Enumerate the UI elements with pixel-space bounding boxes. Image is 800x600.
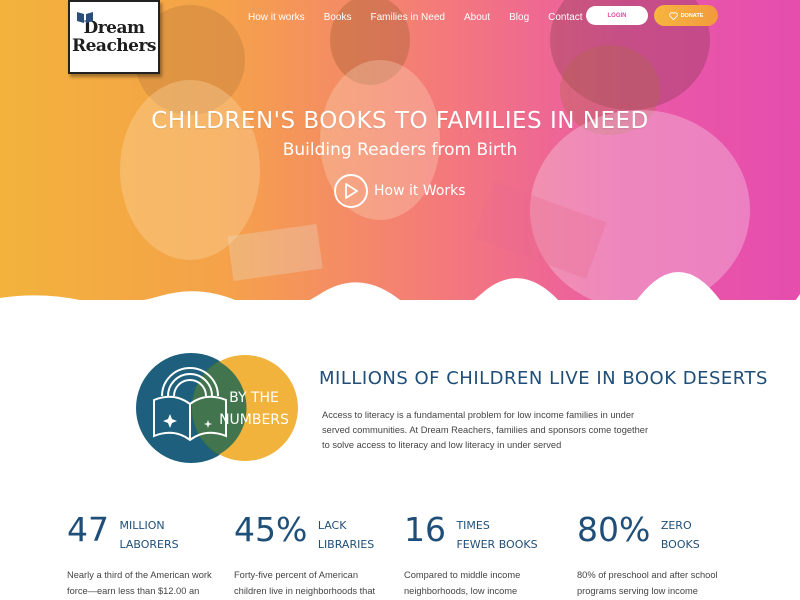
nav-contact[interactable]: Contact	[548, 12, 582, 24]
heart-icon	[668, 11, 678, 20]
main-nav: How it works Books Families in Need Abou…	[248, 12, 602, 24]
badge-text-line1: BY THE	[229, 390, 279, 406]
book-icon	[77, 12, 93, 23]
donate-label: DONATE	[680, 12, 704, 19]
stat-label-line1: ZERO	[660, 519, 692, 532]
how-it-works-link[interactable]: How it Works	[334, 174, 466, 208]
nav-books[interactable]: Books	[324, 12, 352, 24]
play-icon[interactable]	[334, 174, 368, 208]
stat-label: LACK LIBRARIES	[318, 516, 374, 554]
stat-description: Nearly a third of the American work forc…	[67, 570, 212, 596]
stat-description: Compared to middle income neighborhoods,…	[404, 570, 521, 596]
stat-label-line1: MILLION	[119, 519, 165, 532]
donate-button[interactable]: DONATE	[654, 5, 718, 26]
stat-number: 45%	[234, 510, 308, 549]
hero-subtitle: Building Readers from Birth	[282, 140, 518, 160]
stat-number: 16	[404, 510, 446, 549]
nav-about[interactable]: About	[464, 12, 490, 24]
stat-label-line2: LIBRARIES	[317, 538, 375, 551]
badge-text-line2: NUMBERS	[219, 412, 289, 428]
stat-label: MILLION LABORERS	[119, 516, 178, 554]
stat-label: TIMES FEWER BOOKS	[456, 516, 537, 554]
section-title: MILLIONS OF CHILDREN LIVE IN BOOK DESERT…	[319, 368, 768, 389]
stat-label-line2: BOOKS	[660, 538, 700, 551]
site-logo[interactable]: Dream Reachers	[68, 0, 160, 74]
login-label: LOGIN	[607, 12, 627, 19]
stat-label-line1: LACK	[317, 519, 347, 532]
section-body: Access to literacy is a fundamental prob…	[322, 410, 649, 450]
stat-label-line1: TIMES	[456, 519, 490, 532]
stat-description: 80% of preschool and after school progra…	[577, 570, 718, 596]
stat-description: Forty-five percent of American children …	[234, 570, 376, 596]
nav-blog[interactable]: Blog	[509, 12, 529, 24]
logo-text-reachers: Reachers	[71, 36, 157, 56]
stat-number: 47	[67, 510, 109, 549]
how-it-works-label: How it Works	[374, 183, 466, 199]
stat-label-line2: FEWER BOOKS	[456, 538, 538, 551]
stat-label-line2: LABORERS	[119, 538, 179, 551]
stat-card: 16 TIMES FEWER BOOKS Compared to middle …	[404, 512, 564, 600]
login-button[interactable]: LOGIN	[586, 6, 648, 25]
hero-title: CHILDREN'S BOOKS TO FAMILIES IN NEED	[151, 108, 649, 134]
stat-label: ZERO BOOKS	[661, 516, 700, 554]
nav-families-in-need[interactable]: Families in Need	[370, 12, 444, 24]
stat-card: 47 MILLION LABORERS Nearly a third of th…	[67, 512, 227, 600]
nav-how-it-works[interactable]: How it works	[248, 12, 305, 24]
by-the-numbers-badge: BY THE NUMBERS	[136, 353, 298, 463]
stat-number: 80%	[577, 510, 651, 549]
stat-card: 45% LACK LIBRARIES Forty-five percent of…	[234, 512, 394, 600]
stat-card: 80% ZERO BOOKS 80% of preschool and afte…	[577, 512, 737, 600]
